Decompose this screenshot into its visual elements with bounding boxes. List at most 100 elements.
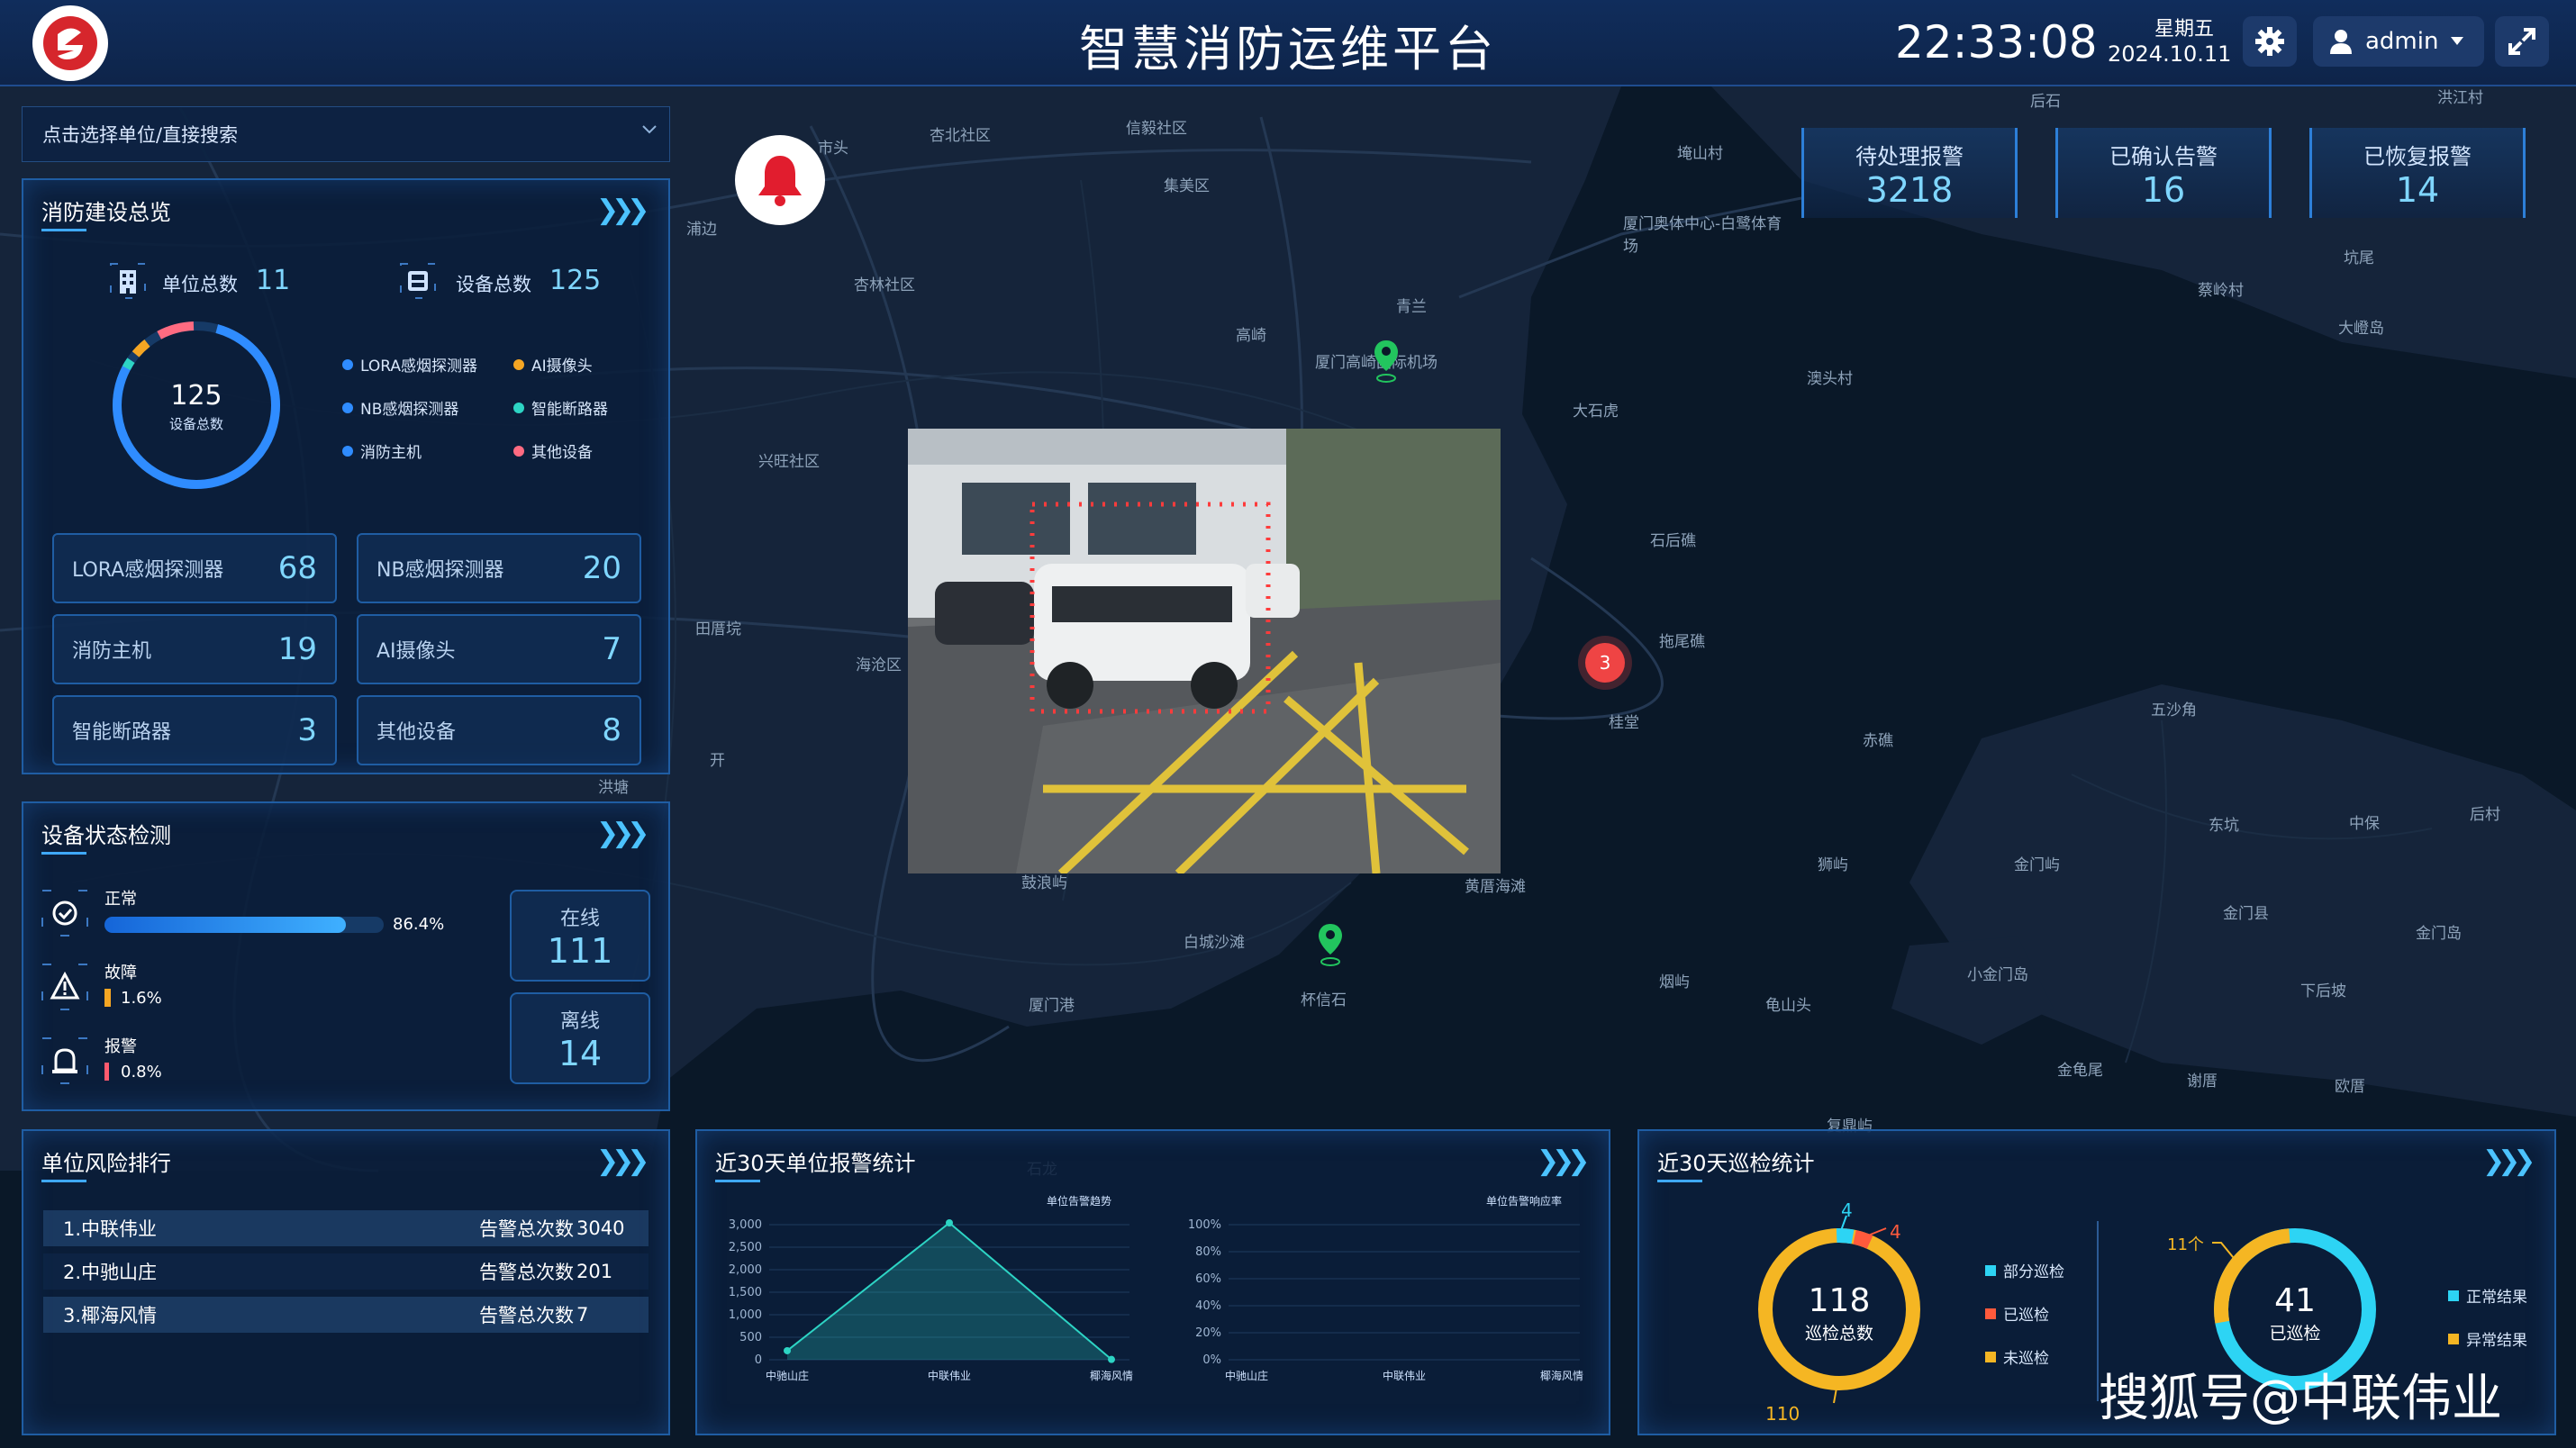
fullscreen-button[interactable]: [2495, 16, 2549, 67]
alarm-stats-panel: 近30天单位报警统计 ❯❯❯ 单位告警趋势 0 500 1,000 1,500 2,000…: [695, 1129, 1610, 1435]
map-label: 狮屿: [1818, 856, 1848, 874]
map-label: 欧厝: [2335, 1078, 2365, 1096]
camera-snapshot[interactable]: [908, 429, 1501, 873]
chart-title: 单位告警趋势: [1047, 1194, 1111, 1208]
expand-arrows-icon[interactable]: ❯❯❯: [596, 195, 649, 226]
device-card-label: 智能断路器: [72, 721, 172, 744]
title-underline: [41, 229, 86, 231]
patrol-total-value: 118: [1808, 1282, 1871, 1319]
status-percent-alarm: 0.8%: [121, 1063, 162, 1081]
location-pin-icon[interactable]: [1317, 922, 1344, 967]
device-card-nb[interactable]: NB感烟探测器 20: [357, 533, 641, 603]
risk-count-label: 告警总次数: [479, 1218, 574, 1240]
status-percent-normal: 86.4%: [393, 915, 445, 934]
alarm-icon: [41, 1037, 88, 1084]
device-card-label: 消防主机: [72, 640, 152, 663]
map-label: 杏林社区: [854, 276, 915, 294]
location-pin-icon[interactable]: [1373, 339, 1400, 384]
y-tick-label: 2,000: [729, 1263, 762, 1277]
donut-annotation: 11个: [2167, 1235, 2204, 1254]
expand-arrows-icon[interactable]: ❯❯❯: [1537, 1145, 1590, 1177]
map-label: 洪江村: [2437, 89, 2483, 107]
map-label: 澳头村: [1807, 370, 1853, 388]
stat-card-pending[interactable]: 待处理报警 3218: [1801, 128, 2018, 218]
y-tick-label: 100%: [1188, 1218, 1221, 1232]
stat-card-confirmed[interactable]: 已确认告警 16: [2055, 128, 2272, 218]
risk-row[interactable]: 1.中联伟业 告警总次数 3040: [43, 1210, 649, 1246]
map-label: 石后礁: [1650, 532, 1696, 550]
map-label: 洪塘: [598, 779, 629, 797]
online-label: 在线: [559, 908, 600, 930]
legend-item: 未巡检: [1985, 1345, 2049, 1368]
map-label: 金龟尾: [2057, 1062, 2103, 1080]
risk-count-label: 告警总次数: [479, 1305, 574, 1326]
map-label: 海沧区: [856, 656, 902, 674]
status-label-fault: 故障: [104, 964, 137, 982]
alarm-bell-button[interactable]: [735, 135, 825, 225]
caret-down-icon: [2451, 37, 2464, 45]
chart-title: 单位告警响应率: [1486, 1194, 1562, 1208]
device-card-other[interactable]: 其他设备 8: [357, 695, 641, 765]
device-card-value: 68: [277, 550, 317, 586]
legend-item: 异常结果: [2448, 1327, 2527, 1350]
map-label: 谢厝: [2187, 1072, 2218, 1091]
user-icon: [2330, 30, 2352, 54]
risk-row[interactable]: 2.中驰山庄 告警总次数 201: [43, 1253, 649, 1290]
legend-label: 未巡检: [2003, 1350, 2049, 1368]
stat-card-recovered[interactable]: 已恢复报警 14: [2309, 128, 2526, 218]
map-label: 大石虎: [1573, 403, 1619, 421]
offline-box[interactable]: 离线 14: [510, 992, 650, 1084]
expand-arrows-icon[interactable]: ❯❯❯: [2482, 1145, 2535, 1177]
device-icon: [400, 263, 436, 299]
status-percent-fault: 1.6%: [121, 989, 162, 1008]
online-box[interactable]: 在线 111: [510, 890, 650, 982]
y-tick-label: 0: [755, 1353, 762, 1367]
x-tick-label: 中驰山庄: [766, 1369, 809, 1382]
y-tick-label: 2,500: [729, 1241, 762, 1254]
progress-fill-alarm: [104, 1063, 109, 1081]
title-underline: [715, 1180, 760, 1182]
device-card-value: 7: [602, 631, 621, 667]
device-card-value: 8: [602, 712, 621, 748]
legend-dot: [342, 358, 353, 370]
settings-button[interactable]: [2243, 16, 2297, 67]
stat-value: 14: [2395, 170, 2440, 210]
expand-arrows-icon[interactable]: ❯❯❯: [596, 818, 649, 849]
device-card-breaker[interactable]: 智能断路器 3: [52, 695, 337, 765]
alarm-charts: 单位告警趋势 0 500 1,000 1,500 2,000 2,500 3,000 中驰山庄 中…: [729, 1194, 1583, 1382]
legend-item: LORA感烟探测器: [342, 353, 477, 376]
x-tick-label: 椰海风情: [1540, 1369, 1583, 1382]
map-label: 青兰: [1396, 298, 1427, 316]
device-card-lora[interactable]: LORA感烟探测器 68: [52, 533, 337, 603]
online-value: 111: [547, 931, 613, 971]
stat-value: 16: [2141, 170, 2186, 210]
device-card-value: 3: [297, 712, 317, 748]
data-point: [784, 1346, 791, 1354]
risk-unit-name: 2.中驰山庄: [63, 1262, 158, 1283]
legend-item: 智能断路器: [513, 396, 608, 419]
username: admin: [2365, 28, 2439, 55]
expand-arrows-icon[interactable]: ❯❯❯: [596, 1145, 649, 1177]
legend-swatch: [1985, 1308, 1996, 1319]
legend-swatch: [2448, 1290, 2459, 1301]
x-tick-label: 中联伟业: [928, 1369, 971, 1382]
chevron-down-icon: [642, 125, 657, 134]
device-card-host[interactable]: 消防主机 19: [52, 614, 337, 684]
panel-title: 消防建设总览: [41, 200, 171, 225]
alarm-cluster-marker[interactable]: 3: [1585, 643, 1625, 683]
risk-count-value: 201: [576, 1261, 613, 1282]
device-card-ai-camera[interactable]: AI摄像头 7: [357, 614, 641, 684]
risk-unit-name: 3.椰海风情: [63, 1305, 158, 1326]
legend-item: 正常结果: [2448, 1284, 2527, 1307]
legend-item: NB感烟探测器: [342, 396, 458, 419]
user-menu[interactable]: admin: [2313, 16, 2484, 67]
unit-search-select[interactable]: 点击选择单位/直接搜索: [22, 106, 670, 162]
warning-icon: [41, 964, 88, 1010]
device-card-label: LORA感烟探测器: [72, 559, 224, 582]
map-label: 白城沙滩: [1184, 934, 1245, 952]
donut-annotation: 4: [1890, 1221, 1901, 1243]
donut-label: 设备总数: [168, 416, 223, 432]
risk-row[interactable]: 3.椰海风情 告警总次数 7: [43, 1297, 649, 1333]
watermark: 搜狐号@中联伟业: [2099, 1370, 2502, 1428]
map-label: 高崎: [1236, 327, 1266, 345]
